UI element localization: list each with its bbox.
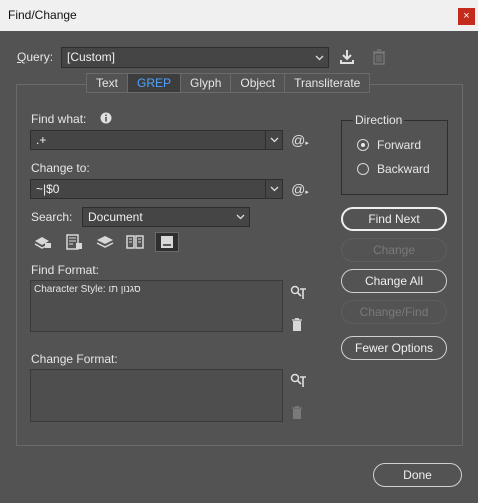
query-select[interactable]: [Custom] xyxy=(61,47,329,68)
chevron-down-icon xyxy=(232,208,249,226)
include-master-pages-icon[interactable] xyxy=(125,233,145,251)
done-button[interactable]: Done xyxy=(373,463,462,487)
find-next-label: Find Next xyxy=(368,212,420,226)
direction-group xyxy=(341,120,448,195)
tab-grep[interactable]: GREP xyxy=(128,73,182,93)
include-hidden-layers-icon[interactable] xyxy=(95,233,115,251)
find-format-value: Character Style: סגנון תו xyxy=(34,284,141,295)
radio-backward[interactable] xyxy=(357,163,369,175)
change-to-value: ~|$0 xyxy=(36,182,60,196)
at-sign-icon: @ xyxy=(291,132,306,148)
find-format-label: Find Format: xyxy=(31,263,100,277)
change-find-label: Change/Find xyxy=(359,305,429,319)
find-format-box[interactable]: Character Style: סגנון תו xyxy=(30,280,283,332)
fewer-options-button[interactable]: Fewer Options xyxy=(341,336,447,360)
query-label-text: uery: xyxy=(26,50,54,64)
change-find-button: Change/Find xyxy=(341,300,447,324)
search-scope-value: Document xyxy=(88,210,143,224)
at-sign-icon: @ xyxy=(291,181,306,197)
clear-find-format-icon[interactable] xyxy=(290,317,304,332)
change-label: Change xyxy=(372,243,416,257)
direction-label: Direction xyxy=(353,113,405,127)
specify-change-format-icon[interactable] xyxy=(289,372,307,388)
find-what-value: .+ xyxy=(36,133,47,147)
arrow-right-icon: ▸ xyxy=(305,189,309,196)
find-what-label: Find what: xyxy=(31,112,87,126)
mode-tabs: Text GREP Glyph Object Transliterate xyxy=(86,73,371,93)
chevron-down-icon[interactable] xyxy=(265,131,282,149)
tab-glyph[interactable]: Glyph xyxy=(181,73,232,93)
radio-forward[interactable] xyxy=(357,139,369,151)
include-locked-layers-icon[interactable] xyxy=(33,233,53,251)
find-next-button[interactable]: Find Next xyxy=(341,207,447,231)
find-what-input[interactable]: .+ xyxy=(30,130,283,150)
chevron-down-icon xyxy=(311,48,328,67)
specify-find-format-icon[interactable] xyxy=(289,284,307,300)
change-format-label: Change Format: xyxy=(31,352,118,366)
change-to-label: Change to: xyxy=(31,161,90,175)
done-label: Done xyxy=(403,468,432,482)
include-footnotes-icon[interactable] xyxy=(155,232,179,252)
delete-query-icon[interactable] xyxy=(370,47,388,67)
tab-text[interactable]: Text xyxy=(86,73,129,93)
chevron-down-icon[interactable] xyxy=(265,180,282,198)
arrow-right-icon: ▸ xyxy=(305,140,309,147)
tab-object[interactable]: Object xyxy=(231,73,286,93)
tab-transliterate[interactable]: Transliterate xyxy=(285,73,371,93)
special-characters-find-icon[interactable]: @ ▸ xyxy=(290,131,310,149)
info-icon[interactable] xyxy=(99,111,112,124)
window-title: Find/Change xyxy=(8,8,77,22)
change-all-label: Change All xyxy=(364,274,424,288)
clear-change-format-icon xyxy=(290,405,304,420)
include-locked-stories-icon[interactable] xyxy=(64,233,84,251)
search-label: Search: xyxy=(31,210,73,224)
change-to-input[interactable]: ~|$0 xyxy=(30,179,283,199)
change-format-box[interactable] xyxy=(30,369,283,422)
save-query-icon[interactable] xyxy=(338,47,356,67)
query-value: [Custom] xyxy=(67,50,116,64)
search-scope-select[interactable]: Document xyxy=(82,207,250,227)
title-bar: Find/Change × xyxy=(0,0,478,31)
special-characters-change-icon[interactable]: @ ▸ xyxy=(290,180,310,198)
change-all-button[interactable]: Change All xyxy=(341,269,447,293)
fewer-options-label: Fewer Options xyxy=(354,341,434,355)
forward-label[interactable]: Forward xyxy=(377,138,421,152)
backward-label[interactable]: Backward xyxy=(377,162,430,176)
close-button[interactable]: × xyxy=(458,8,475,25)
query-label: Query: xyxy=(17,50,54,64)
change-button: Change xyxy=(341,238,447,262)
